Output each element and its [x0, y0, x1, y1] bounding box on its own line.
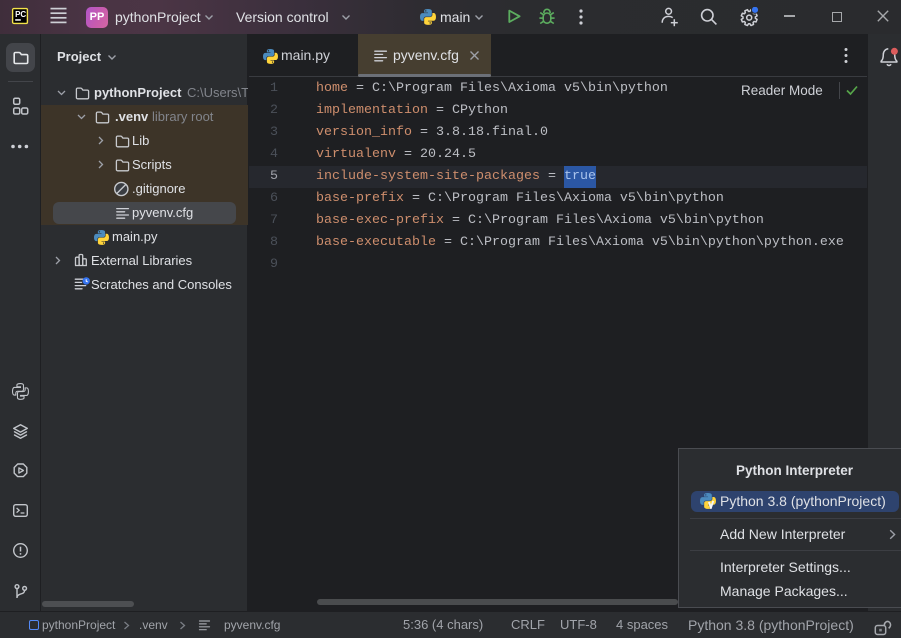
svg-text:PC: PC — [15, 10, 26, 19]
